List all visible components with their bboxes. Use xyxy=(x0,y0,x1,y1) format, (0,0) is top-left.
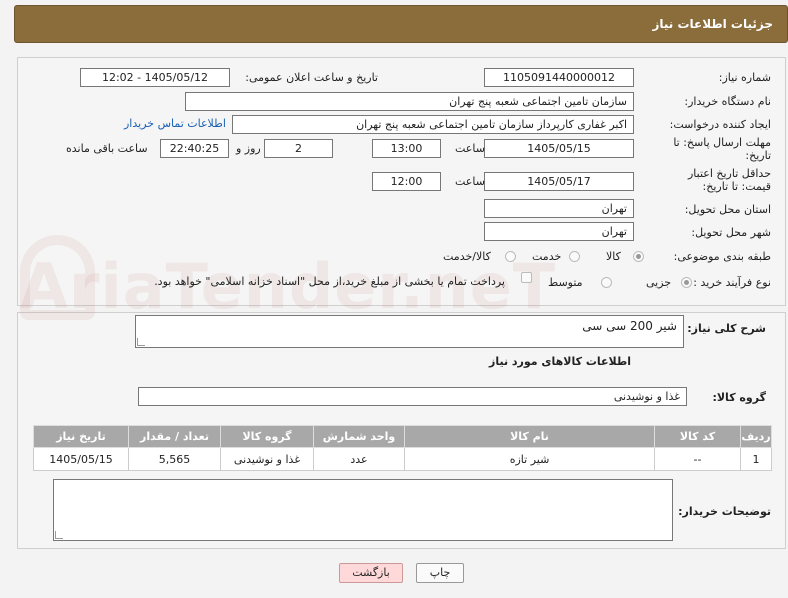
need-number-label: شماره نیاز: xyxy=(718,71,771,84)
reply-time-field[interactable]: 13:00 xyxy=(372,139,441,158)
page-header: جزئیات اطلاعات نیاز xyxy=(14,5,788,43)
print-button[interactable]: چاپ xyxy=(416,563,464,583)
process-minor-label: جزیی xyxy=(646,276,672,289)
goods-group-field[interactable]: غذا و نوشیدنی xyxy=(138,387,687,406)
resize-grip-icon[interactable] xyxy=(55,531,63,539)
announce-label: تاریخ و ساعت اعلان عمومی: xyxy=(245,71,378,84)
col-header-name: نام کالا xyxy=(404,425,655,448)
col-header-unit: واحد شمارش xyxy=(313,425,405,448)
summary-label: شرح کلی نیاز: xyxy=(687,322,766,335)
reply-deadline-label: مهلت ارسال پاسخ: تا تاریخ: xyxy=(673,136,771,162)
creator-field[interactable]: اکبر غفاری کارپرداز سازمان تامین اجتماعی… xyxy=(232,115,634,134)
process-medium-radio[interactable] xyxy=(601,277,612,288)
cell-name: شیر تازه xyxy=(404,447,655,471)
back-button[interactable]: بازگشت xyxy=(339,563,403,583)
announce-field[interactable]: 1405/05/12 - 12:02 xyxy=(80,68,230,87)
page-title: جزئیات اطلاعات نیاز xyxy=(652,17,773,31)
treasury-payment-note: پرداخت تمام یا بخشی از مبلغ خرید،از محل … xyxy=(154,275,505,288)
price-time-field[interactable]: 12:00 xyxy=(372,172,441,191)
buyer-org-label: نام دستگاه خریدار: xyxy=(684,95,771,108)
reply-time-label: ساعت xyxy=(455,142,485,155)
summary-field[interactable]: شیر 200 سی سی xyxy=(135,315,684,348)
col-header-group: گروه کالا xyxy=(220,425,314,448)
creator-label: ایجاد کننده درخواست: xyxy=(669,118,771,131)
cell-row-num: 1 xyxy=(740,447,772,471)
buyer-contact-link[interactable]: اطلاعات تماس خریدار xyxy=(124,117,226,130)
cell-code: -- xyxy=(654,447,741,471)
province-label: استان محل تحویل: xyxy=(684,203,771,216)
price-date-field[interactable]: 1405/05/17 xyxy=(484,172,634,191)
treasury-payment-checkbox[interactable] xyxy=(521,272,532,283)
city-label: شهر محل تحویل: xyxy=(691,226,771,239)
buyer-notes-field[interactable] xyxy=(53,479,673,541)
summary-text: شیر 200 سی سی xyxy=(582,319,677,333)
days-label: روز و xyxy=(236,142,261,155)
goods-info-title: اطلاعات کالاهای مورد نیاز xyxy=(489,355,631,368)
province-field[interactable]: تهران xyxy=(484,199,634,218)
buyer-org-field[interactable]: سازمان تامین اجتماعی شعبه پنج تهران xyxy=(185,92,634,111)
price-deadline-label: حداقل تاریخ اعتبار قیمت: تا تاریخ: xyxy=(687,167,771,193)
category-goods-label: کالا xyxy=(606,250,621,263)
col-header-row-num: ردیف xyxy=(740,425,772,448)
reply-date-field[interactable]: 1405/05/15 xyxy=(484,139,634,158)
cell-date: 1405/05/15 xyxy=(33,447,129,471)
goods-table: ردیف کد کالا نام کالا واحد شمارش گروه کا… xyxy=(33,425,772,471)
resize-grip-icon[interactable] xyxy=(137,338,145,346)
days-field[interactable]: 2 xyxy=(264,139,333,158)
price-time-label: ساعت xyxy=(455,175,485,188)
need-number-field[interactable]: 1105091440000012 xyxy=(484,68,634,87)
cell-group: غذا و نوشیدنی xyxy=(220,447,314,471)
category-service-label: خدمت xyxy=(532,250,562,263)
process-minor-radio[interactable] xyxy=(681,277,692,288)
col-header-qty: تعداد / مقدار xyxy=(128,425,221,448)
remaining-time-field[interactable]: 22:40:25 xyxy=(160,139,229,158)
buyer-notes-label: توضیحات خریدار: xyxy=(678,505,771,518)
category-goods-radio[interactable] xyxy=(633,251,644,262)
category-goods-service-label: کالا/خدمت xyxy=(443,250,491,263)
category-service-radio[interactable] xyxy=(569,251,580,262)
process-medium-label: متوسط xyxy=(548,276,583,289)
category-label: طبقه بندی موضوعی: xyxy=(673,250,771,263)
goods-group-label: گروه کالا: xyxy=(712,391,766,404)
col-header-date: تاریخ نیاز xyxy=(33,425,129,448)
cell-unit: عدد xyxy=(313,447,405,471)
col-header-code: کد کالا xyxy=(654,425,741,448)
table-row[interactable]: 1 -- شیر تازه عدد غذا و نوشیدنی 5,565 14… xyxy=(33,447,772,471)
category-goods-service-radio[interactable] xyxy=(505,251,516,262)
cell-qty: 5,565 xyxy=(128,447,221,471)
city-field[interactable]: تهران xyxy=(484,222,634,241)
table-header-row: ردیف کد کالا نام کالا واحد شمارش گروه کا… xyxy=(33,425,772,448)
process-label: نوع فرآیند خرید : xyxy=(693,276,771,289)
remaining-label: ساعت باقی مانده xyxy=(66,142,148,155)
